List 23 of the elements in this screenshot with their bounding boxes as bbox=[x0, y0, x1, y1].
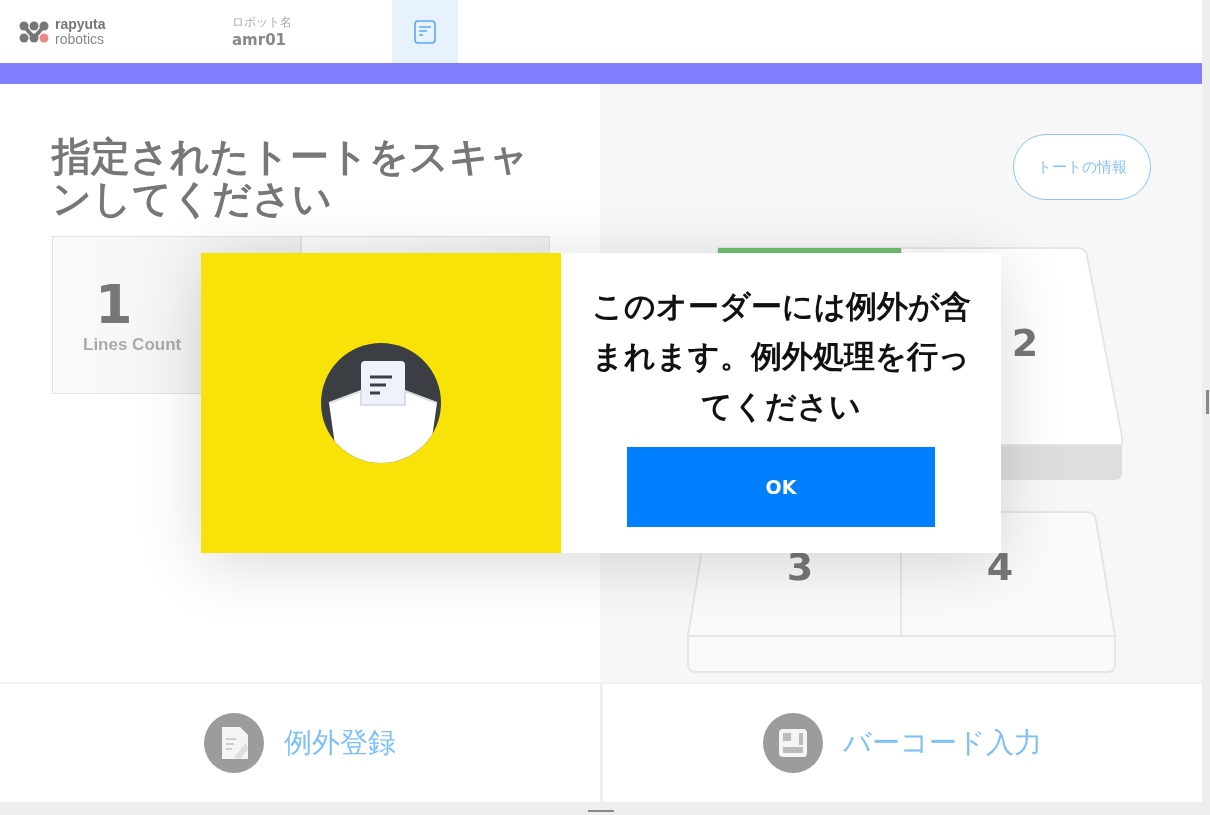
logo-text: robotics bbox=[55, 31, 105, 47]
logo-text: rapyuta bbox=[55, 16, 106, 32]
compartment-number: 2 bbox=[1011, 321, 1039, 365]
resize-handle[interactable] bbox=[588, 810, 614, 812]
ok-button[interactable]: OK bbox=[627, 447, 935, 527]
document-pencil-icon bbox=[203, 713, 264, 773]
action-button[interactable]: 例外登録 bbox=[0, 684, 600, 802]
logo-icon bbox=[19, 19, 49, 44]
document-icon bbox=[414, 19, 436, 44]
dialog-message: このオーダーには例外が含まれます。例外処理を行ってください bbox=[590, 287, 972, 426]
page-title: 指定されたトートをスキャンしてください bbox=[52, 136, 530, 220]
compartment-number: 3 bbox=[786, 545, 814, 589]
compartment-number: 4 bbox=[986, 545, 1014, 589]
robot-label: ロボット名 bbox=[232, 14, 293, 31]
tote-info-button[interactable]: トートの情報 bbox=[1013, 134, 1151, 200]
scanner-icon bbox=[762, 713, 823, 773]
resize-handle[interactable] bbox=[1206, 390, 1209, 414]
document-tray-icon bbox=[321, 343, 441, 463]
stat-label: Lines Count bbox=[83, 335, 182, 355]
document-tab[interactable] bbox=[392, 0, 458, 63]
robot-name: amr01 bbox=[232, 31, 288, 49]
stat-value: 1 bbox=[95, 275, 133, 335]
action-button[interactable]: バーコード入力 bbox=[602, 684, 1202, 802]
